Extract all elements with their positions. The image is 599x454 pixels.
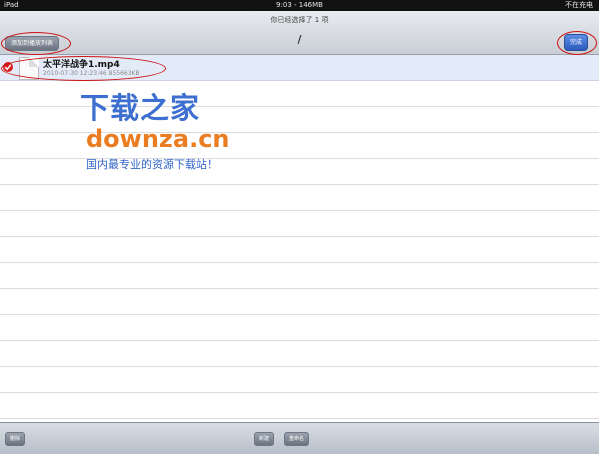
selection-count-title: 你已经选择了 1 项 xyxy=(270,16,329,24)
bottom-toolbar: 删除 新建 重命名 xyxy=(0,422,599,454)
new-folder-button[interactable]: 新建 xyxy=(254,432,275,446)
charging-status: 不在充电 xyxy=(565,1,593,9)
rename-button[interactable]: 重命名 xyxy=(284,432,310,446)
highlight-circle-right xyxy=(557,31,597,55)
watermark-logo: 下载之家 downza.cn 国内最专业的资源下载站！ xyxy=(80,92,230,172)
watermark-brand-en: downza.cn xyxy=(86,125,230,153)
navigation-bar: 你已经选择了 1 项 / 添加到播放列表 完成 xyxy=(0,11,599,55)
watermark-slogan: 国内最专业的资源下载站！ xyxy=(86,158,218,171)
highlight-circle-file xyxy=(1,56,166,81)
status-time: 9:03 - 146MB xyxy=(276,1,323,9)
delete-button[interactable]: 删除 xyxy=(5,432,26,446)
status-bar: iPad 9:03 - 146MB 不在充电 xyxy=(0,0,599,11)
highlight-circle-left xyxy=(1,32,71,55)
current-path: / xyxy=(297,33,302,46)
watermark-brand-cn: 下载之家 xyxy=(80,91,201,125)
